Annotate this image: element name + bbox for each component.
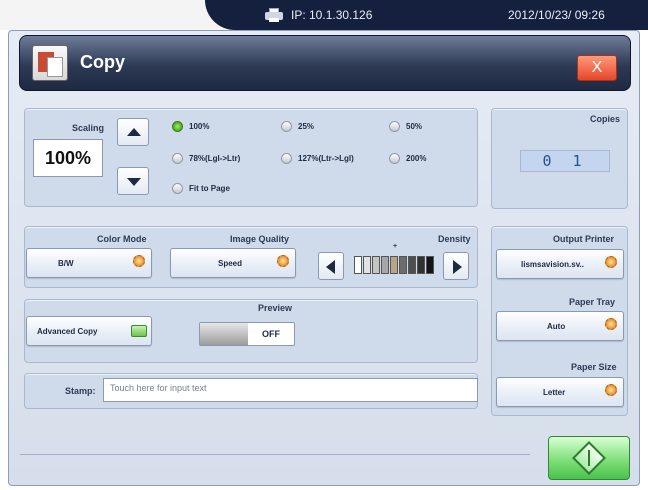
paper-size-label: Paper Size bbox=[571, 362, 617, 372]
arrow-right-icon bbox=[453, 260, 462, 274]
scaling-label: Scaling bbox=[72, 123, 105, 133]
image-quality-button[interactable]: Speed bbox=[170, 248, 296, 278]
start-button[interactable] bbox=[548, 436, 630, 480]
radio-icon bbox=[281, 120, 292, 132]
scale-option-78[interactable]: 78%(Lgl->Ltr) bbox=[172, 151, 240, 165]
scale-option-label: 127%(Ltr->Lgl) bbox=[298, 153, 354, 163]
density-label: Density bbox=[438, 234, 471, 244]
scale-option-label: 50% bbox=[406, 121, 423, 131]
image-quality-label: Image Quality bbox=[230, 234, 290, 244]
settings-icon bbox=[603, 254, 619, 270]
advanced-settings-icon bbox=[131, 325, 147, 337]
density-level-cell bbox=[426, 256, 434, 274]
output-printer-button[interactable]: lismsavision.sv.. bbox=[496, 249, 624, 279]
image-quality-value: Speed bbox=[218, 258, 243, 268]
density-level-cell bbox=[354, 256, 362, 274]
start-icon bbox=[572, 441, 606, 475]
paper-size-value: Letter bbox=[543, 387, 566, 397]
paper-tray-value: Auto bbox=[547, 321, 566, 331]
density-level-cell bbox=[408, 256, 416, 274]
copy-icon bbox=[32, 45, 68, 81]
scale-down-button[interactable] bbox=[117, 167, 149, 195]
settings-icon bbox=[131, 253, 147, 269]
advanced-copy-label: Advanced Copy bbox=[37, 326, 98, 336]
color-mode-label: Color Mode bbox=[97, 234, 147, 244]
scale-up-button[interactable] bbox=[117, 118, 149, 146]
copies-label: Copies bbox=[590, 114, 621, 124]
copies-field[interactable]: 0 1 bbox=[520, 150, 610, 172]
scale-option-25[interactable]: 25% bbox=[281, 119, 314, 133]
output-printer-label: Output Printer bbox=[553, 234, 614, 244]
divider bbox=[20, 454, 530, 455]
radio-icon bbox=[281, 152, 292, 164]
toggle-knob bbox=[200, 323, 248, 345]
density-increase-button[interactable] bbox=[443, 252, 469, 280]
density-level-cell bbox=[390, 256, 398, 274]
advanced-copy-button[interactable]: Advanced Copy bbox=[26, 316, 152, 346]
ip-text: IP: 10.1.30.126 bbox=[291, 8, 373, 22]
density-level-cell bbox=[399, 256, 407, 274]
density-marker: + bbox=[393, 243, 398, 250]
scale-option-127[interactable]: 127%(Ltr->Lgl) bbox=[281, 151, 354, 165]
page-title: Copy bbox=[80, 52, 125, 72]
scaling-value: 100% bbox=[33, 139, 103, 177]
scale-option-label: 25% bbox=[298, 121, 315, 131]
settings-icon bbox=[275, 253, 291, 269]
color-mode-value: B/W bbox=[58, 258, 74, 268]
density-level-cell bbox=[381, 256, 389, 274]
radio-icon bbox=[389, 152, 400, 164]
paper-size-button[interactable]: Letter bbox=[496, 377, 624, 407]
scale-option-label: 100% bbox=[189, 121, 210, 131]
density-level-cell bbox=[372, 256, 380, 274]
output-printer-value: lismsavision.sv.. bbox=[521, 259, 584, 269]
arrow-up-icon bbox=[127, 128, 141, 136]
color-mode-button[interactable]: B/W bbox=[26, 248, 152, 278]
density-decrease-button[interactable] bbox=[318, 252, 344, 280]
paper-tray-button[interactable]: Auto bbox=[496, 311, 624, 341]
radio-icon bbox=[172, 152, 183, 164]
arrow-down-icon bbox=[127, 178, 141, 186]
close-button[interactable]: X bbox=[577, 55, 617, 81]
settings-icon bbox=[603, 316, 619, 332]
density-level-cell bbox=[417, 256, 425, 274]
preview-state: OFF bbox=[262, 329, 280, 339]
paper-tray-label: Paper Tray bbox=[569, 297, 616, 307]
radio-selected-icon bbox=[172, 120, 183, 132]
scale-option-label: 200% bbox=[406, 153, 427, 163]
preview-toggle[interactable]: OFF bbox=[199, 322, 295, 346]
scale-option-label: Fit to Page bbox=[189, 183, 230, 193]
printer-icon bbox=[265, 8, 283, 22]
arrow-left-icon bbox=[326, 260, 335, 274]
datetime: 2012/10/23/ 09:26 bbox=[508, 8, 605, 22]
settings-icon bbox=[603, 382, 619, 398]
title-bar: Copy X bbox=[19, 35, 631, 91]
density-level-cell bbox=[363, 256, 371, 274]
scale-option-100[interactable]: 100% bbox=[172, 119, 209, 133]
radio-icon bbox=[389, 120, 400, 132]
scale-option-200[interactable]: 200% bbox=[389, 151, 426, 165]
scale-option-fit-to-page[interactable]: Fit to Page bbox=[172, 181, 230, 195]
preview-label: Preview bbox=[258, 303, 293, 313]
radio-icon bbox=[172, 182, 183, 194]
stamp-input[interactable]: Touch here for input text bbox=[103, 378, 478, 402]
scale-option-50[interactable]: 50% bbox=[389, 119, 422, 133]
scale-option-label: 78%(Lgl->Ltr) bbox=[189, 153, 241, 163]
stamp-label: Stamp: bbox=[65, 386, 96, 396]
ip-address: IP: 10.1.30.126 bbox=[265, 7, 372, 23]
